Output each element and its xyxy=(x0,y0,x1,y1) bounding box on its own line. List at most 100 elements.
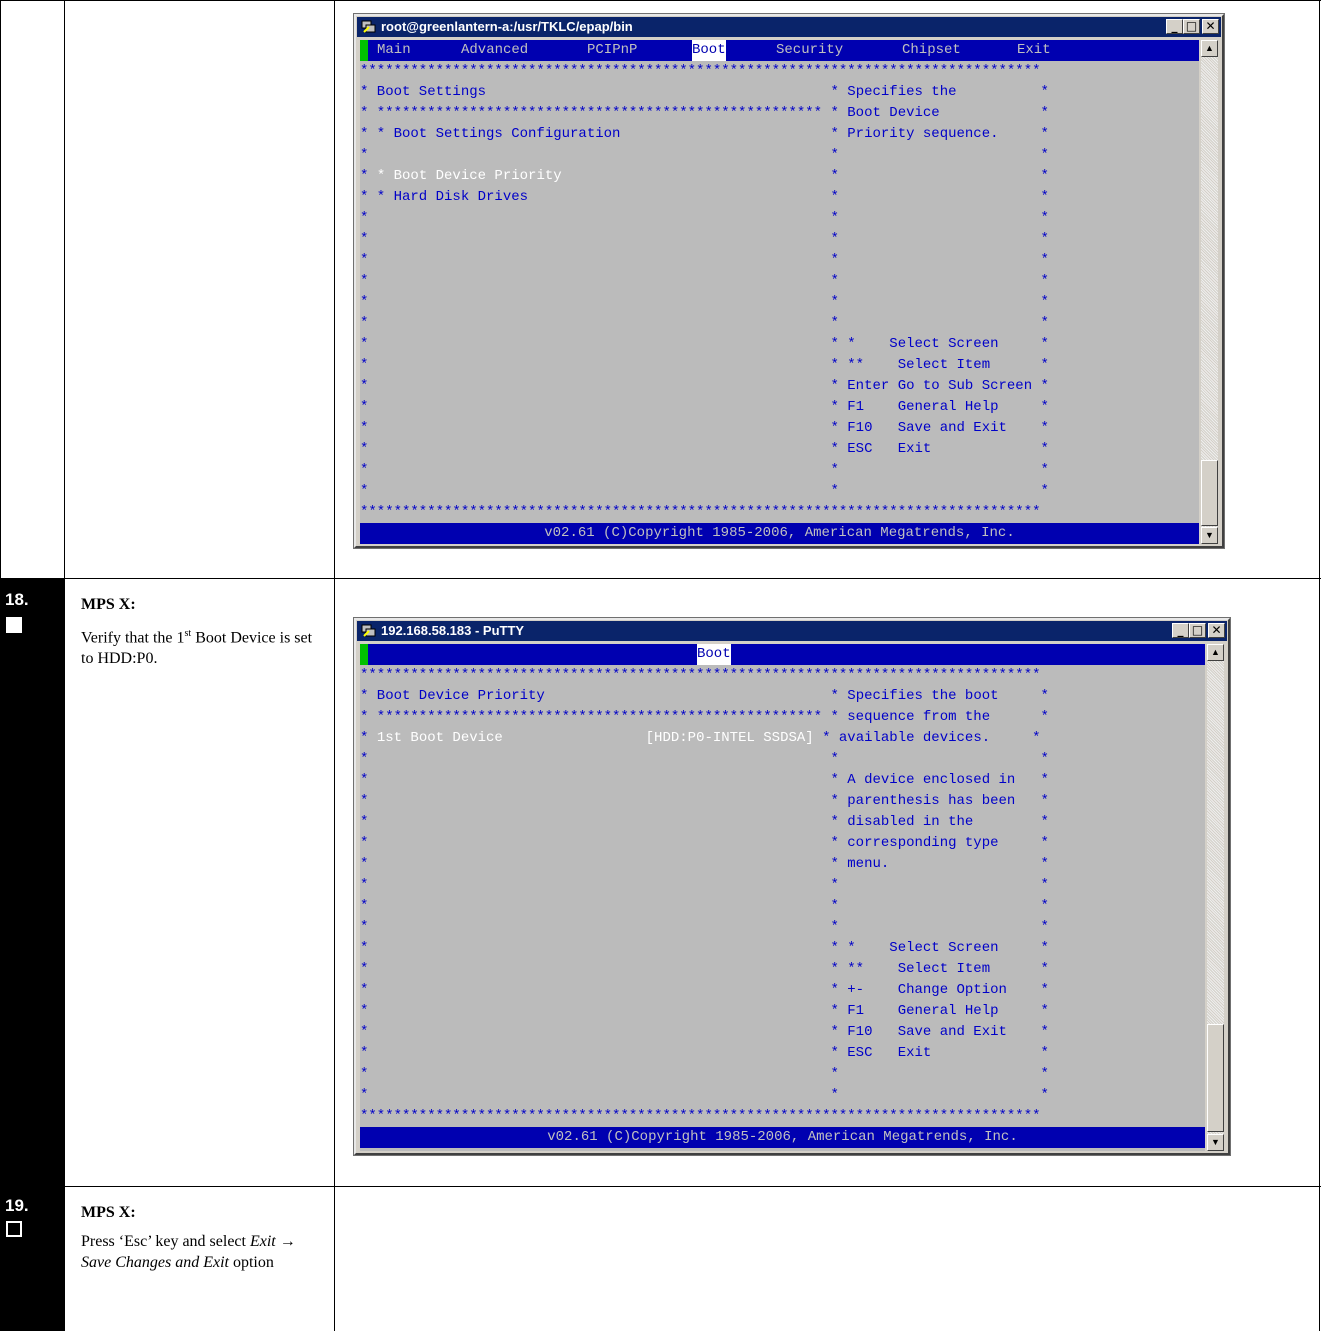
step-text: Verify that the 1st Boot Device is set t… xyxy=(81,628,313,668)
border-stars: ****************************************… xyxy=(360,63,1041,79)
terminal-line: * Boot Device Priority * Specifies the b… xyxy=(360,688,1049,704)
minimize-icon[interactable]: _ xyxy=(1166,19,1183,34)
scroll-up-icon[interactable]: ▲ xyxy=(1201,40,1218,57)
step-heading: MPS X: xyxy=(81,596,136,613)
scroll-down-icon[interactable]: ▼ xyxy=(1201,527,1218,544)
step-text: Press ‘Esc’ key and select Exit → Save C… xyxy=(81,1233,296,1271)
terminal-cursor xyxy=(360,644,368,665)
terminal-line: * * * xyxy=(360,315,1049,331)
terminal-window-boot-settings: root@greenlantern-a:/usr/TKLC/epap/bin _… xyxy=(353,13,1225,549)
key-help-sub-screen: * * Enter Go to Sub Screen * xyxy=(360,378,1049,394)
maximize-icon[interactable]: □ xyxy=(1189,623,1206,638)
terminal-line: * * * xyxy=(360,877,1049,893)
table-col-divider-2 xyxy=(334,0,335,1331)
terminal-line: * **************************************… xyxy=(360,105,1049,121)
window-titlebar[interactable]: 192.168.58.183 - PuTTY _ □ ✕ xyxy=(357,621,1227,641)
key-help-select-item: * * ** Select Item * xyxy=(360,961,1049,977)
menu-advanced[interactable]: Advanced xyxy=(461,40,528,61)
terminal-line: * * * xyxy=(360,1087,1049,1103)
line-suffix: * * xyxy=(561,168,1049,184)
key-help-exit: * * ESC Exit * xyxy=(360,1045,1049,1061)
key-help-change-option: * * +- Change Option * xyxy=(360,982,1049,998)
terminal-line: * * * xyxy=(360,751,1049,767)
window-titlebar[interactable]: root@greenlantern-a:/usr/TKLC/epap/bin _… xyxy=(357,17,1221,37)
menu-item-boot-device-priority[interactable]: * * Boot Device Priority * * xyxy=(360,166,1049,187)
selected-item-label: 1st Boot Device [HDD:P0-INTEL SSDSA] xyxy=(376,730,814,746)
bios-menu-bar: Main Advanced PCIPnP Boot Security Chips… xyxy=(360,40,1199,61)
terminal-line: * * parenthesis has been * xyxy=(360,793,1049,809)
maximize-icon[interactable]: □ xyxy=(1183,19,1200,34)
terminal-line: * * * xyxy=(360,483,1049,499)
step-number: 19. xyxy=(5,1196,29,1215)
terminal-line: * * * xyxy=(360,273,1049,289)
terminal-line: * * * xyxy=(360,231,1049,247)
terminal-line: * * * xyxy=(360,294,1049,310)
border-stars: ****************************************… xyxy=(360,1108,1041,1124)
terminal-line: * Boot Settings * Specifies the * xyxy=(360,84,1049,100)
step-checkbox[interactable] xyxy=(6,617,22,633)
bios-status-bar: v02.61 (C)Copyright 1985-2006, American … xyxy=(360,1127,1205,1148)
terminal-window-boot-device-priority: 192.168.58.183 - PuTTY _ □ ✕ Boot ******… xyxy=(353,617,1231,1156)
terminal-line: * * * xyxy=(360,147,1049,163)
key-help-exit: * * ESC Exit * xyxy=(360,441,1049,457)
terminal-scrollbar[interactable]: ▲ ▼ xyxy=(1201,40,1218,544)
step-18-instructions: MPS X: Verify that the 1st Boot Device i… xyxy=(81,594,321,669)
table-border-top xyxy=(0,0,1321,1)
terminal-line: * **************************************… xyxy=(360,709,1049,725)
close-icon[interactable]: ✕ xyxy=(1208,623,1225,638)
terminal-line: * * corresponding type * xyxy=(360,835,1049,851)
terminal-screen[interactable]: Main Advanced PCIPnP Boot Security Chips… xyxy=(360,40,1199,544)
terminal-line: * * * xyxy=(360,898,1049,914)
terminal-scrollbar[interactable]: ▲ ▼ xyxy=(1207,644,1224,1151)
terminal-line: * * * xyxy=(360,210,1049,226)
menu-pcipnp[interactable]: PCIPnP xyxy=(587,40,637,61)
step-heading: MPS X: xyxy=(81,1204,136,1221)
step-checkbox[interactable] xyxy=(6,1221,22,1237)
terminal-screen[interactable]: Boot ***********************************… xyxy=(360,644,1205,1151)
menu-security[interactable]: Security xyxy=(776,40,843,61)
menu-chipset[interactable]: Chipset xyxy=(902,40,961,61)
step-number: 18. xyxy=(5,590,29,609)
border-stars: ****************************************… xyxy=(360,667,1041,683)
key-help-save-exit: * * F10 Save and Exit * xyxy=(360,1024,1049,1040)
window-title: 192.168.58.183 - PuTTY xyxy=(381,623,525,638)
menu-item-hard-disk-drives[interactable]: * * Hard Disk Drives * * xyxy=(360,187,1049,208)
selected-item-label: * Boot Device Priority xyxy=(376,168,562,184)
menu-boot[interactable]: Boot xyxy=(697,644,731,665)
key-help-select-item: * * ** Select Item * xyxy=(360,357,1049,373)
menu-boot[interactable]: Boot xyxy=(692,40,726,61)
putty-icon xyxy=(361,624,376,637)
menu-main[interactable]: Main xyxy=(377,40,411,61)
key-help-select-screen: * * * Select Screen * xyxy=(360,940,1049,956)
key-help-general-help: * * F1 General Help * xyxy=(360,399,1049,415)
key-help-select-screen: * * * Select Screen * xyxy=(360,336,1049,352)
menu-item-boot-settings-configuration[interactable]: * * Boot Settings Configuration * Priori… xyxy=(360,124,1049,145)
table-col-divider-1 xyxy=(64,0,65,1331)
bios-status-bar: v02.61 (C)Copyright 1985-2006, American … xyxy=(360,523,1199,544)
window-title: root@greenlantern-a:/usr/TKLC/epap/bin xyxy=(381,19,633,34)
scroll-thumb[interactable] xyxy=(1201,460,1218,526)
terminal-line: * * * xyxy=(360,919,1049,935)
scroll-up-icon[interactable]: ▲ xyxy=(1207,644,1224,661)
scroll-down-icon[interactable]: ▼ xyxy=(1207,1134,1224,1151)
table-row-divider-1 xyxy=(0,578,1321,579)
line-suffix: * available devices. * xyxy=(813,730,1041,746)
bios-menu-bar: Boot xyxy=(360,644,1205,665)
terminal-cursor xyxy=(360,40,368,61)
key-help-save-exit: * * F10 Save and Exit * xyxy=(360,420,1049,436)
terminal-line: * * A device enclosed in * xyxy=(360,772,1049,788)
line-prefix: * xyxy=(360,168,377,184)
border-stars: ****************************************… xyxy=(360,504,1041,520)
close-icon[interactable]: ✕ xyxy=(1202,19,1219,34)
line-prefix: * xyxy=(360,730,377,746)
table-border-right xyxy=(1319,0,1320,1331)
step-19-instructions: MPS X: Press ‘Esc’ key and select Exit →… xyxy=(81,1202,321,1273)
menu-exit[interactable]: Exit xyxy=(1017,40,1051,61)
terminal-line: * * * xyxy=(360,252,1049,268)
table-row-divider-2 xyxy=(0,1186,1321,1187)
putty-icon xyxy=(361,20,376,33)
menu-item-1st-boot-device[interactable]: * 1st Boot Device [HDD:P0-INTEL SSDSA] *… xyxy=(360,728,1041,749)
minimize-icon[interactable]: _ xyxy=(1172,623,1189,638)
terminal-line: * * menu. * xyxy=(360,856,1049,872)
scroll-thumb[interactable] xyxy=(1207,1024,1224,1132)
